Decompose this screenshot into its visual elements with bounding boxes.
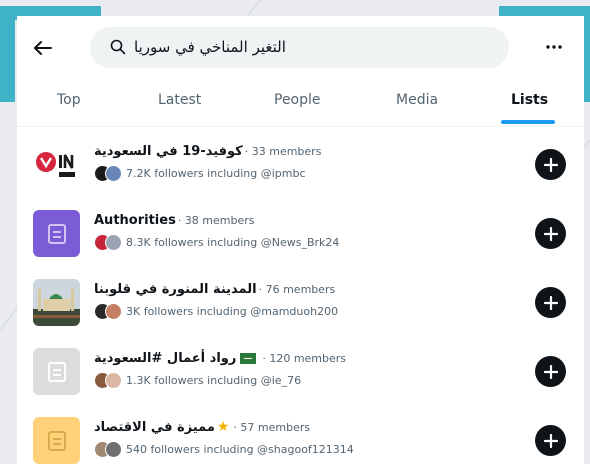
followers-line: 7.2K followers including @ipmbc	[94, 164, 306, 182]
member-count: · 76 members	[258, 282, 336, 296]
follow-list-button[interactable]	[535, 149, 566, 180]
search-results-panel: التغير المناخي في سوريا Top Latest Peopl…	[17, 16, 584, 464]
list-avatar	[33, 417, 80, 464]
list-icon	[47, 361, 66, 382]
follower-avatars	[94, 371, 122, 389]
back-arrow-icon	[34, 41, 52, 55]
saudi-flag-icon	[240, 352, 257, 364]
top-bar: التغير المناخي في سوريا	[17, 16, 584, 78]
followers-text: 7.2K followers including @ipmbc	[126, 166, 306, 180]
follow-list-button[interactable]	[535, 287, 566, 318]
plus-icon	[543, 226, 558, 241]
frame-accent	[0, 6, 15, 102]
member-count: · 120 members	[262, 351, 347, 365]
member-count: · 57 members	[233, 420, 311, 434]
more-options-button[interactable]	[542, 39, 566, 55]
follower-avatars	[94, 233, 122, 251]
follower-avatars	[94, 164, 122, 182]
list-item[interactable]: Authorities · 38 members 8.3K followers …	[17, 210, 584, 279]
list-title-line: المدينة المنورة في قلوبنا · 76 members	[94, 279, 335, 299]
follower-avatar	[105, 371, 122, 389]
followers-line: 540 followers including @shagoof121314	[94, 440, 354, 458]
list-title-line: مميزة في الاقتصاد ★ · 57 members	[94, 417, 310, 437]
followers-text: 540 followers including @shagoof121314	[126, 442, 354, 456]
followers-text: 1.3K followers including @ie_76	[126, 373, 302, 387]
tab-lists[interactable]: Lists	[511, 92, 548, 108]
list-icon	[47, 223, 66, 244]
more-icon	[546, 45, 562, 49]
tab-top[interactable]: Top	[57, 92, 81, 108]
active-tab-indicator	[501, 120, 555, 124]
back-button[interactable]	[31, 36, 55, 60]
list-item[interactable]: كوفيد-19 في السعودية · 33 members 7.2K f…	[17, 141, 584, 210]
list-item[interactable]: مميزة في الاقتصاد ★ · 57 members 540 fol…	[17, 417, 584, 464]
follow-list-button[interactable]	[535, 218, 566, 249]
news-logo-icon	[35, 151, 75, 177]
tab-people[interactable]: People	[274, 92, 321, 108]
search-icon	[110, 39, 126, 55]
plus-icon	[543, 295, 558, 310]
list-avatar	[33, 348, 80, 395]
list-icon	[47, 430, 66, 451]
list-title[interactable]: Authorities	[94, 213, 176, 228]
follow-list-button[interactable]	[535, 425, 566, 456]
plus-icon	[543, 433, 558, 448]
list-avatar	[33, 279, 80, 326]
list-title[interactable]: كوفيد-19 في السعودية	[94, 144, 243, 159]
tab-media[interactable]: Media	[396, 92, 438, 108]
follower-avatar	[105, 302, 122, 320]
followers-line: 1.3K followers including @ie_76	[94, 371, 301, 389]
plus-icon	[543, 364, 558, 379]
list-title-line: رواد أعمال #السعودية · 120 members	[94, 348, 346, 368]
followers-line: 8.3K followers including @News_Brk24	[94, 233, 339, 251]
mosque-photo-icon	[33, 279, 80, 326]
list-title[interactable]: رواد أعمال #السعودية	[94, 351, 236, 366]
followers-line: 3K followers including @mamduoh200	[94, 302, 338, 320]
star-icon: ★	[216, 419, 230, 435]
followers-text: 3K followers including @mamduoh200	[126, 304, 339, 318]
follower-avatars	[94, 302, 122, 320]
list-item[interactable]: رواد أعمال #السعودية · 120 members 1.3K …	[17, 348, 584, 417]
list-title-line: كوفيد-19 في السعودية · 33 members	[94, 141, 321, 161]
follower-avatar	[105, 233, 122, 251]
tab-bar: Top Latest People Media Lists	[17, 78, 584, 127]
followers-text: 8.3K followers including @News_Brk24	[126, 235, 340, 249]
list-title[interactable]: المدينة المنورة في قلوبنا	[94, 282, 257, 297]
list-avatar	[33, 210, 80, 257]
search-input[interactable]: التغير المناخي في سوريا	[90, 27, 509, 68]
member-count: · 38 members	[177, 213, 255, 227]
list-avatar	[33, 141, 80, 188]
list-title[interactable]: مميزة في الاقتصاد	[94, 420, 215, 435]
search-query[interactable]: التغير المناخي في سوريا	[134, 38, 286, 56]
plus-icon	[543, 157, 558, 172]
list-title-line: Authorities · 38 members	[94, 210, 255, 230]
follower-avatars	[94, 440, 122, 458]
member-count: · 33 members	[244, 144, 322, 158]
tab-latest[interactable]: Latest	[158, 92, 201, 108]
list-item[interactable]: المدينة المنورة في قلوبنا · 76 members 3…	[17, 279, 584, 348]
follow-list-button[interactable]	[535, 356, 566, 387]
follower-avatar	[105, 164, 122, 182]
follower-avatar	[105, 440, 122, 458]
